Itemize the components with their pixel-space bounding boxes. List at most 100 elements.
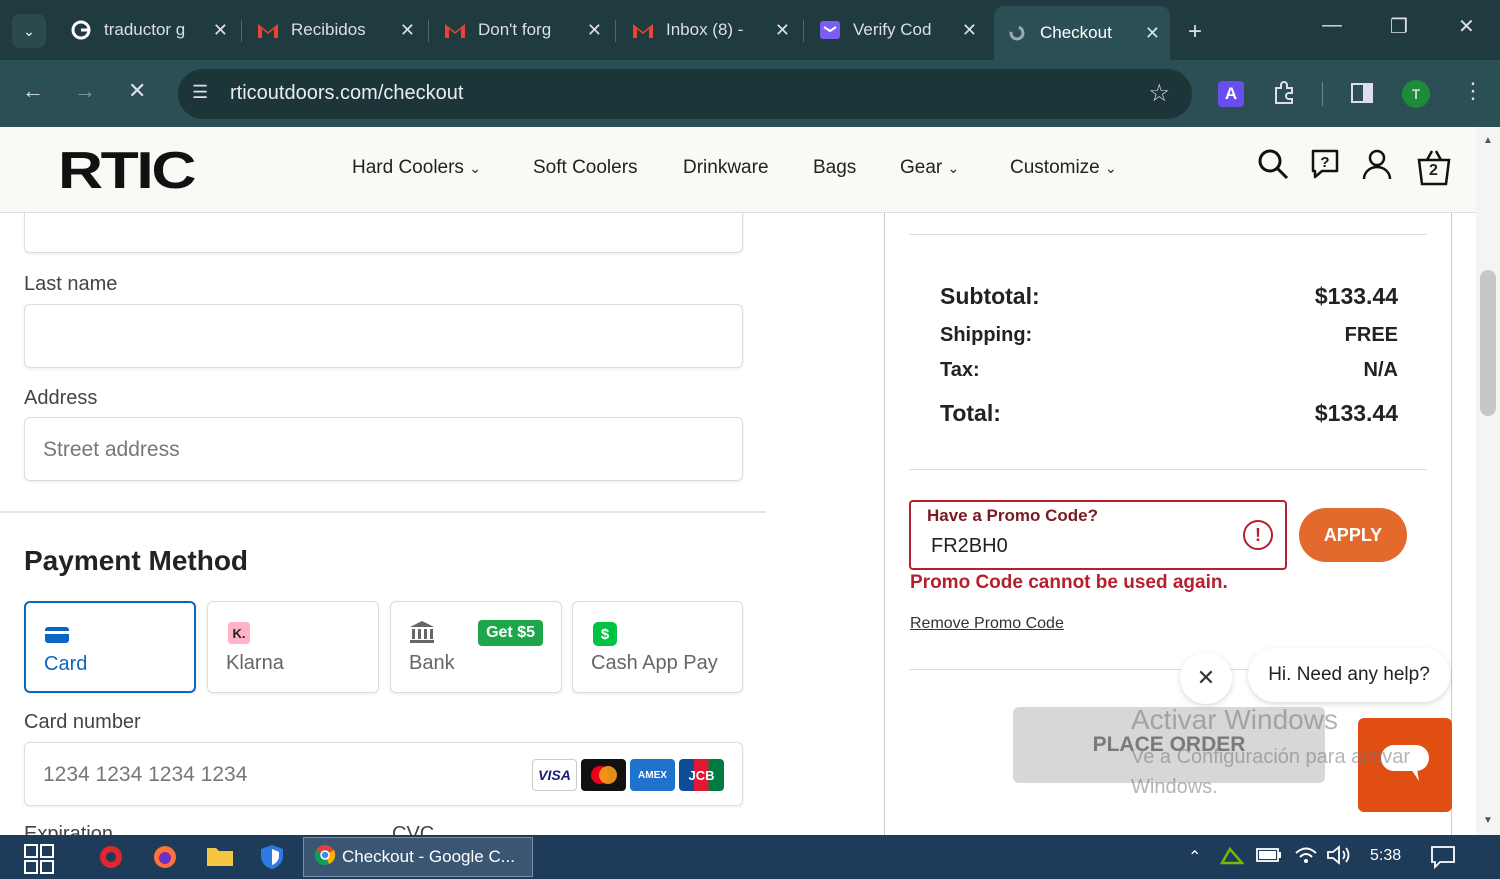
promo-code-input[interactable]: Have a Promo Code? FR2BH0 ! — [909, 500, 1287, 570]
gmail-icon — [444, 19, 466, 41]
remove-promo-link[interactable]: Remove Promo Code — [910, 615, 1064, 633]
apply-promo-button[interactable]: APPLY — [1299, 508, 1407, 562]
payment-option-card[interactable]: Card — [24, 601, 196, 693]
rtic-logo[interactable]: RTIC — [58, 141, 196, 201]
payment-option-cash-app[interactable]: $ Cash App Pay — [572, 601, 743, 693]
help-chat-icon[interactable]: ? — [1308, 147, 1344, 187]
payment-option-label: Cash App Pay — [591, 652, 718, 674]
scroll-up-arrow-icon[interactable]: ▲ — [1483, 135, 1493, 146]
page-scrollbar[interactable]: ▲ ▼ — [1476, 127, 1500, 835]
promo-code-value[interactable]: FR2BH0 — [931, 535, 1008, 558]
chat-launcher-button[interactable] — [1358, 718, 1452, 812]
first-name-field[interactable] — [24, 213, 743, 253]
extension-a-icon[interactable]: A — [1218, 81, 1244, 107]
section-divider — [0, 511, 766, 513]
file-explorer-folder-icon[interactable] — [206, 844, 234, 872]
action-center-notification-icon[interactable] — [1430, 845, 1456, 874]
scrollbar-thumb[interactable] — [1480, 270, 1496, 416]
promo-code-label: Have a Promo Code? — [927, 506, 1098, 525]
tab-close-icon[interactable]: ✕ — [213, 20, 228, 41]
gmail-icon — [632, 19, 654, 41]
stop-loading-icon[interactable]: ✕ — [128, 78, 146, 104]
taskbar-app-title: Checkout - Google C... — [342, 847, 515, 866]
bookmark-star-icon[interactable]: ☆ — [1148, 79, 1170, 108]
search-icon[interactable] — [1256, 147, 1292, 187]
nav-gear[interactable]: Gear ⌄ — [900, 157, 959, 179]
address-bar[interactable]: ☰ rticoutdoors.com/checkout ☆ — [178, 69, 1192, 119]
browser-tab-2[interactable]: Recibidos ✕ — [245, 8, 425, 52]
browser-tab-5[interactable]: Verify Cod ✕ — [807, 8, 987, 52]
nav-hard-coolers[interactable]: Hard Coolers ⌄ — [352, 157, 481, 179]
browser-tab-6-active[interactable]: Checkout ✕ — [994, 6, 1170, 60]
error-exclamation-icon: ! — [1243, 520, 1273, 550]
summary-divider — [909, 469, 1427, 470]
taskbar-chrome-checkout[interactable]: Checkout - Google C... — [303, 837, 533, 877]
subtotal-row: Subtotal: $133.44 — [940, 283, 1398, 309]
browser-tab-bar: ⌄ traductor g ✕ Recibidos ✕ Don't forg ✕… — [0, 0, 1500, 60]
extension-letter: A — [1224, 84, 1238, 103]
chat-bubble-icon — [1379, 741, 1431, 790]
url-text[interactable]: rticoutdoors.com/checkout — [230, 82, 463, 105]
account-user-icon[interactable] — [1360, 147, 1396, 187]
address-field[interactable]: Street address — [24, 417, 743, 481]
tab-close-icon[interactable]: ✕ — [1145, 23, 1160, 44]
cart-bag-icon[interactable]: 2 — [1414, 147, 1451, 187]
browser-tab-3[interactable]: Don't forg ✕ — [432, 8, 612, 52]
nav-customize[interactable]: Customize ⌄ — [1010, 157, 1117, 179]
total-value: $133.44 — [1314, 400, 1398, 426]
chat-greeting-bubble[interactable]: Hi. Need any help? — [1248, 648, 1450, 702]
chrome-icon — [314, 844, 336, 871]
mail-icon — [819, 19, 841, 41]
volume-icon[interactable] — [1326, 845, 1352, 870]
summary-divider — [909, 234, 1427, 235]
restore-icon[interactable]: ❐ — [1390, 14, 1408, 39]
wifi-icon[interactable] — [1294, 845, 1318, 870]
firefox-icon[interactable] — [152, 844, 180, 872]
browser-tab-1[interactable]: traductor g ✕ — [58, 8, 238, 52]
card-number-field[interactable]: 1234 1234 1234 1234 VISA AMEX JCB — [24, 742, 743, 806]
card-brand-logos: VISA AMEX JCB — [532, 759, 724, 791]
minimize-icon[interactable]: — — [1322, 14, 1342, 37]
forward-arrow-icon[interactable]: → — [74, 78, 96, 104]
tab-search-chevron-icon[interactable]: ⌄ — [12, 14, 46, 48]
extensions-puzzle-icon[interactable] — [1272, 80, 1298, 111]
tab-close-icon[interactable]: ✕ — [400, 20, 415, 41]
last-name-field[interactable] — [24, 304, 743, 368]
promo-error-message: Promo Code cannot be used again. — [910, 572, 1228, 593]
nav-drinkware[interactable]: Drinkware — [683, 157, 769, 179]
place-order-button[interactable]: PLACE ORDER — [1013, 707, 1325, 783]
clock-time[interactable]: 5:38 — [1370, 847, 1401, 865]
bank-promo-badge: Get $5 — [478, 620, 543, 646]
nav-bags[interactable]: Bags — [813, 157, 856, 179]
jcb-logo: JCB — [679, 759, 724, 791]
tab-close-icon[interactable]: ✕ — [775, 20, 790, 41]
site-settings-icon[interactable]: ☰ — [192, 82, 208, 103]
gmail-icon — [257, 19, 279, 41]
address-label: Address — [24, 387, 98, 409]
defender-shield-icon[interactable] — [260, 844, 288, 872]
back-arrow-icon[interactable]: ← — [22, 78, 44, 104]
windows-taskbar: Checkout - Google C... ⌃ 5:38 — [0, 835, 1500, 879]
new-tab-plus-icon[interactable]: + — [1188, 18, 1202, 46]
profile-avatar[interactable]: T — [1402, 80, 1430, 108]
tab-close-icon[interactable]: ✕ — [962, 20, 977, 41]
nav-soft-coolers[interactable]: Soft Coolers — [533, 157, 638, 179]
tab-title: Checkout — [1040, 23, 1112, 42]
chat-dismiss-close-icon[interactable]: ✕ — [1180, 652, 1232, 704]
tab-close-icon[interactable]: ✕ — [587, 20, 602, 41]
side-panel-icon[interactable] — [1350, 81, 1374, 110]
scroll-down-arrow-icon[interactable]: ▼ — [1483, 815, 1493, 826]
tray-chevron-up-icon[interactable]: ⌃ — [1188, 847, 1201, 867]
last-name-label: Last name — [24, 273, 118, 295]
payment-option-bank[interactable]: Get $5 Bank — [390, 601, 562, 693]
close-window-icon[interactable]: ✕ — [1458, 14, 1475, 39]
visa-logo: VISA — [532, 759, 577, 791]
battery-icon[interactable] — [1256, 846, 1282, 869]
browser-menu-icon[interactable]: ⋮ — [1462, 78, 1484, 104]
card-number-label: Card number — [24, 711, 141, 733]
browser-tab-4[interactable]: Inbox (8) - ✕ — [620, 8, 800, 52]
start-grid-icon[interactable] — [24, 844, 54, 874]
payment-option-klarna[interactable]: K. Klarna — [207, 601, 379, 693]
nvidia-tray-icon[interactable] — [1219, 845, 1245, 872]
opera-icon[interactable] — [98, 844, 126, 872]
